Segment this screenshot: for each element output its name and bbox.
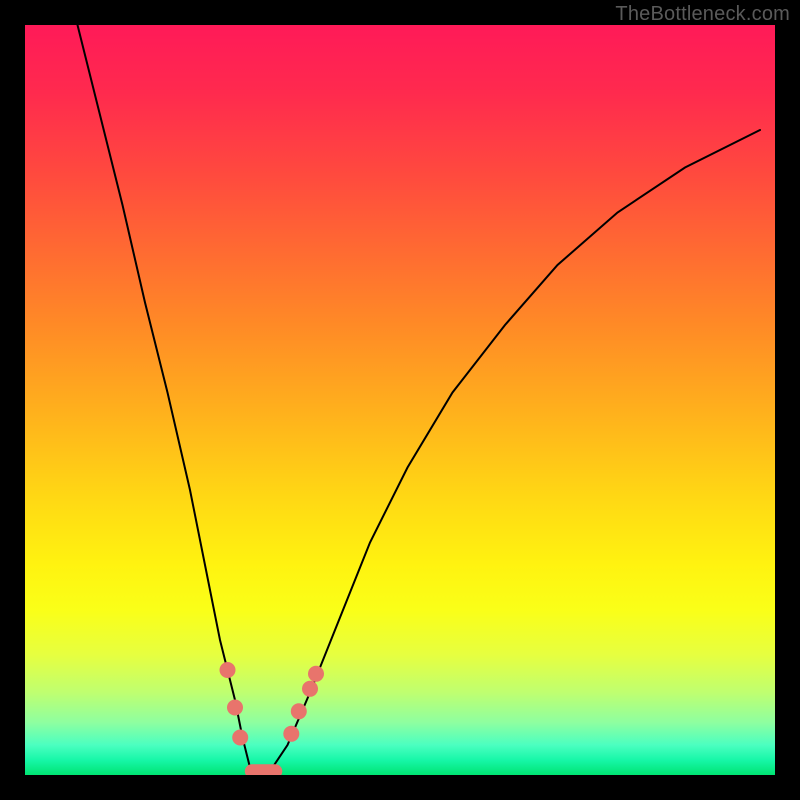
curve-marker	[308, 666, 324, 682]
curve-marker	[291, 703, 307, 719]
curve-marker	[220, 662, 236, 678]
curve-marker	[283, 726, 299, 742]
chart-svg	[25, 25, 775, 775]
curve-markers	[220, 662, 325, 746]
optimal-range-pill	[245, 764, 282, 775]
curve-marker	[232, 730, 248, 746]
curve-marker	[302, 681, 318, 697]
curve-marker	[227, 700, 243, 716]
bottleneck-curve	[78, 25, 761, 775]
chart-area	[25, 25, 775, 775]
attribution-label: TheBottleneck.com	[615, 3, 790, 26]
